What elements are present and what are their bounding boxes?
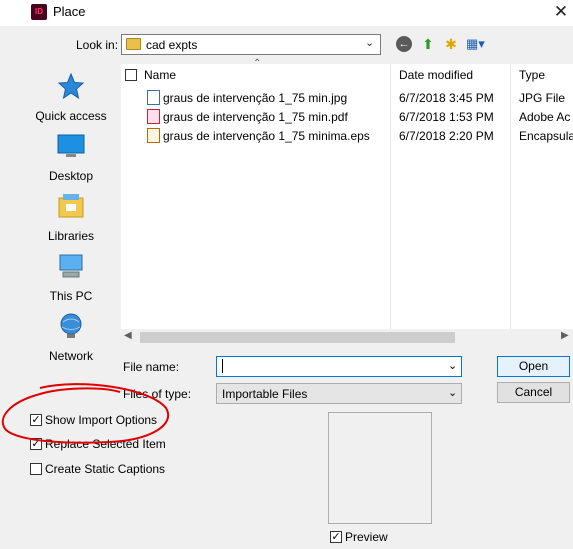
- file-row[interactable]: graus de intervenção 1_75 minima.eps 6/7…: [121, 127, 573, 145]
- open-button[interactable]: Open: [497, 356, 570, 377]
- cancel-button[interactable]: Cancel: [497, 382, 570, 403]
- file-name: graus de intervenção 1_75 min.pdf: [163, 110, 348, 124]
- image-file-icon: [147, 90, 160, 105]
- preview-pane: [328, 412, 432, 524]
- scrollbar-thumb[interactable]: [140, 332, 455, 343]
- indesign-app-icon: ID: [31, 4, 47, 20]
- lookin-value: cad expts: [146, 38, 198, 52]
- close-icon[interactable]: ✕: [551, 2, 571, 22]
- desktop-icon: [57, 134, 85, 157]
- place-network[interactable]: Network: [34, 312, 108, 363]
- file-date: 6/7/2018 3:45 PM: [399, 91, 494, 105]
- folder-icon: [126, 38, 141, 50]
- place-quick-access[interactable]: Quick access: [34, 72, 108, 123]
- place-label: Libraries: [47, 229, 95, 243]
- place-label: Quick access: [35, 109, 107, 123]
- file-name: graus de intervenção 1_75 minima.eps: [163, 129, 370, 143]
- file-type: Encapsula: [519, 129, 573, 143]
- network-icon: [60, 313, 82, 338]
- filename-input[interactable]: [216, 356, 462, 377]
- chevron-down-icon[interactable]: ⌄: [448, 359, 457, 372]
- place-libraries[interactable]: Libraries: [34, 192, 108, 243]
- checkbox-unchecked[interactable]: [30, 463, 42, 475]
- filetype-value: Importable Files: [222, 387, 308, 401]
- up-folder-icon[interactable]: ⬆: [419, 35, 437, 53]
- text-caret: [222, 359, 223, 373]
- file-type: Adobe Ac: [519, 110, 571, 124]
- file-type: JPG File: [519, 91, 566, 105]
- libraries-icon: [58, 194, 84, 218]
- file-date: 6/7/2018 1:53 PM: [399, 110, 494, 124]
- chevron-down-icon[interactable]: ⌄: [365, 36, 374, 49]
- checkbox-checked[interactable]: ✓: [330, 531, 342, 543]
- view-menu-icon[interactable]: ▦▾: [466, 35, 485, 53]
- lookin-label: Look in:: [76, 38, 119, 52]
- title-bar: [0, 0, 573, 26]
- window-title: Place: [53, 4, 86, 19]
- place-label: Desktop: [48, 169, 94, 183]
- computer-icon: [59, 254, 83, 278]
- chevron-down-icon[interactable]: ⌄: [448, 386, 457, 399]
- back-icon[interactable]: ←: [396, 36, 412, 52]
- option-label: Create Static Captions: [45, 462, 166, 476]
- place-label: This PC: [49, 289, 93, 303]
- filename-label: File name:: [123, 360, 180, 374]
- option-label: Preview: [345, 530, 388, 544]
- column-header-date[interactable]: Date modified: [399, 68, 473, 82]
- star-icon: [57, 72, 85, 100]
- place-this-pc[interactable]: This PC: [34, 252, 108, 303]
- sort-up-icon: ⌃: [253, 58, 262, 69]
- select-all-checkbox[interactable]: [125, 69, 137, 81]
- scroll-left-icon[interactable]: ◀: [124, 330, 132, 341]
- place-desktop[interactable]: Desktop: [34, 132, 108, 183]
- eps-file-icon: [147, 128, 160, 143]
- column-header-type[interactable]: Type: [519, 68, 545, 82]
- file-name: graus de intervenção 1_75 min.jpg: [163, 91, 348, 105]
- scroll-right-icon[interactable]: ▶: [561, 330, 569, 341]
- pdf-file-icon: [147, 109, 160, 124]
- red-annotation-circle: [1, 383, 169, 444]
- column-header-name[interactable]: Name: [144, 68, 176, 82]
- file-date: 6/7/2018 2:20 PM: [399, 129, 494, 143]
- new-folder-icon[interactable]: ✱: [442, 35, 460, 53]
- file-row[interactable]: graus de intervenção 1_75 min.jpg 6/7/20…: [121, 89, 573, 107]
- file-row[interactable]: graus de intervenção 1_75 min.pdf 6/7/20…: [121, 108, 573, 126]
- place-label: Network: [48, 349, 93, 363]
